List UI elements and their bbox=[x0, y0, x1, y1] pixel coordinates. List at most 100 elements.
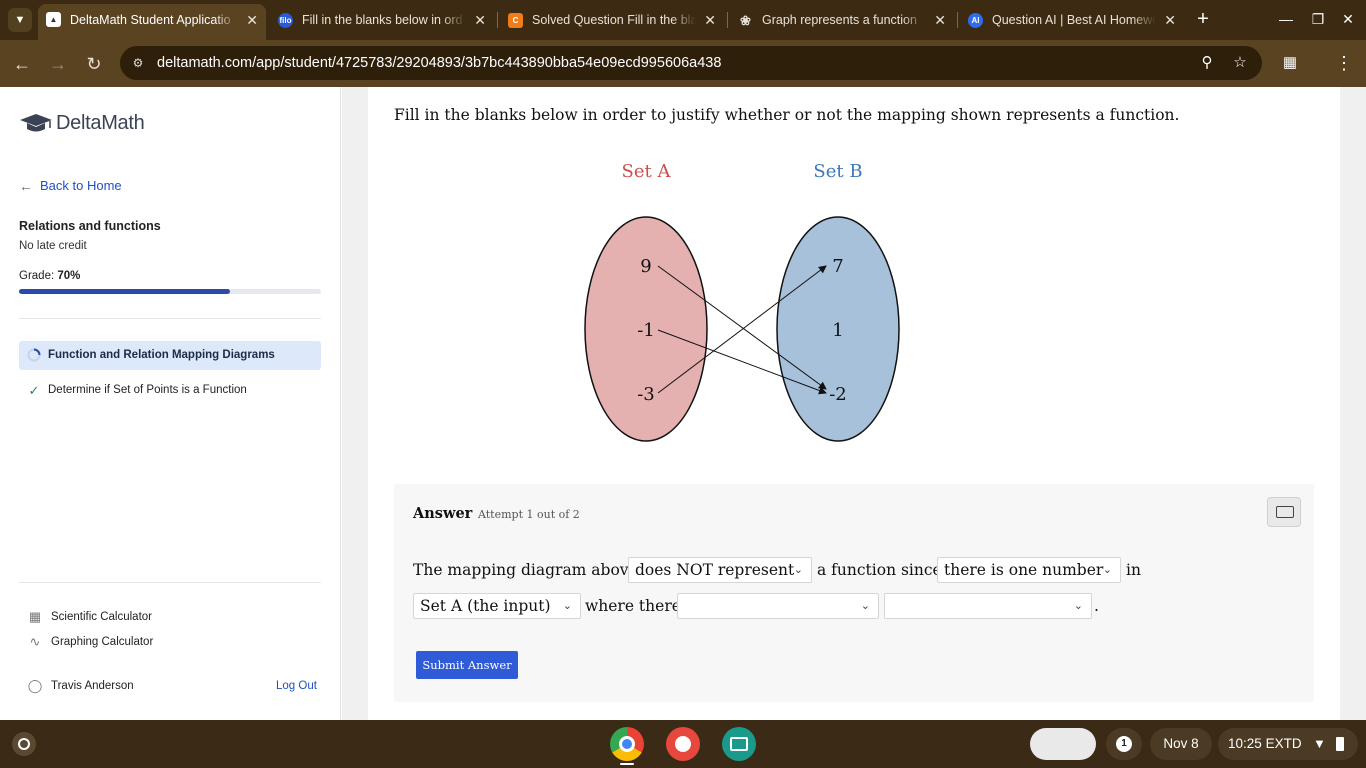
time-value: 10:25 bbox=[1228, 736, 1262, 751]
answer-title: Answer bbox=[413, 505, 473, 522]
classroom-icon bbox=[730, 737, 748, 751]
tab-separator bbox=[497, 12, 498, 28]
url-text[interactable]: deltamath.com/app/student/4725783/292048… bbox=[157, 46, 721, 80]
timezone-value: EXTD bbox=[1265, 736, 1302, 751]
blank-dropdown-1[interactable]: ⌄ bbox=[677, 593, 879, 619]
problem-label: Determine if Set of Points is a Function bbox=[48, 384, 247, 396]
close-tab-icon[interactable]: ✕ bbox=[246, 4, 258, 36]
restore-icon[interactable]: ❐ bbox=[1308, 8, 1328, 30]
tab-title: Question AI | Best AI Homewo bbox=[992, 5, 1156, 35]
forward-arrow-icon[interactable]: → bbox=[45, 51, 71, 77]
address-bar[interactable]: ⚙ deltamath.com/app/student/4725783/2920… bbox=[120, 46, 1262, 80]
tool-label: Scientific Calculator bbox=[51, 611, 152, 623]
close-tab-icon[interactable]: ✕ bbox=[934, 5, 946, 35]
tab-title: Graph represents a function bbox=[762, 5, 926, 35]
calculator-icon: ▦ bbox=[28, 609, 42, 624]
chrome-app-icon[interactable] bbox=[610, 727, 644, 761]
notification-count: 1 bbox=[1116, 736, 1132, 752]
close-tab-icon[interactable]: ✕ bbox=[704, 5, 716, 35]
logo-text: DeltaMath bbox=[56, 112, 145, 134]
date-button[interactable]: Nov 8 bbox=[1150, 728, 1212, 760]
reload-icon[interactable]: ↻ bbox=[81, 51, 107, 77]
chrome-center-icon bbox=[619, 736, 635, 752]
blank-dropdown-2[interactable]: ⌄ bbox=[884, 593, 1092, 619]
tab-graph[interactable]: ❀ Graph represents a function ✕ bbox=[730, 5, 954, 35]
logout-link[interactable]: Log Out bbox=[276, 677, 317, 695]
zoom-icon[interactable]: ⚲ bbox=[1197, 53, 1217, 73]
bookmark-star-icon[interactable]: ☆ bbox=[1230, 53, 1250, 73]
tab-questionai[interactable]: AI Question AI | Best AI Homewo ✕ bbox=[960, 5, 1184, 35]
represent-dropdown[interactable]: does NOT represent ⌄ bbox=[628, 557, 812, 583]
launcher-button[interactable] bbox=[12, 732, 36, 756]
grade-text: Grade: 70% bbox=[19, 270, 80, 282]
divider bbox=[19, 582, 321, 583]
new-tab-button[interactable]: + bbox=[1192, 8, 1214, 32]
launcher-icon bbox=[18, 738, 30, 750]
set-b-value: 1 bbox=[832, 320, 843, 341]
chevron-down-icon: ⌄ bbox=[562, 599, 572, 612]
minimize-icon[interactable]: — bbox=[1276, 8, 1296, 30]
graph-icon: ∿ bbox=[29, 634, 41, 649]
clock-text: 10:25 EXTD bbox=[1228, 728, 1302, 760]
tab-title: DeltaMath Student Applicatio bbox=[70, 4, 238, 36]
keyboard-icon bbox=[1276, 506, 1294, 518]
canvas-app-icon[interactable] bbox=[666, 727, 700, 761]
screen-capture-thumbnail[interactable] bbox=[1030, 728, 1096, 760]
active-app-indicator bbox=[620, 763, 634, 765]
submit-answer-button[interactable]: Submit Answer bbox=[416, 651, 518, 679]
chevron-down-icon: ⌄ bbox=[793, 563, 803, 576]
sentence-period: . bbox=[1094, 597, 1099, 615]
graphing-calculator-link[interactable]: ∿ Graphing Calculator bbox=[26, 633, 154, 652]
sentence-text: a function since bbox=[817, 561, 942, 579]
mapping-diagram: Set A Set B 9 -1 -3 7 1 -2 bbox=[584, 161, 900, 442]
graduation-cap-icon bbox=[20, 114, 52, 132]
tab-search-button[interactable]: ▼ bbox=[8, 8, 32, 32]
user-name: Travis Anderson bbox=[51, 680, 134, 692]
chevron-down-icon: ⌄ bbox=[860, 599, 870, 612]
set-a-label: Set A bbox=[622, 161, 672, 182]
dropdown-value: there is one number bbox=[944, 561, 1104, 579]
battery-icon bbox=[1336, 737, 1344, 751]
in-progress-icon bbox=[26, 341, 42, 372]
grade-label: Grade: bbox=[19, 270, 55, 282]
back-arrow-icon[interactable]: ← bbox=[9, 51, 35, 77]
set-a-value: -1 bbox=[637, 320, 655, 341]
set-a-value: 9 bbox=[640, 256, 651, 277]
sentence-text: where there bbox=[585, 597, 681, 615]
classroom-app-icon[interactable] bbox=[722, 727, 756, 761]
reason-dropdown[interactable]: there is one number ⌄ bbox=[937, 557, 1121, 583]
close-tab-icon[interactable]: ✕ bbox=[1164, 5, 1176, 35]
close-tab-icon[interactable]: ✕ bbox=[474, 5, 486, 35]
user-icon: ◯ bbox=[27, 678, 43, 693]
problem-item-mapping-diagrams[interactable]: Function and Relation Mapping Diagrams bbox=[19, 341, 321, 370]
menu-kebab-icon[interactable]: ⋮ bbox=[1332, 51, 1356, 75]
extensions-icon[interactable]: ▦ bbox=[1278, 51, 1302, 75]
site-settings-icon[interactable]: ⚙ bbox=[129, 54, 147, 72]
notifications-button[interactable]: 1 bbox=[1106, 728, 1142, 760]
sidebar: DeltaMath ← Back to Home Relations and f… bbox=[0, 87, 341, 720]
sentence-text: The mapping diagram above bbox=[413, 561, 638, 579]
chevron-down-icon: ⌄ bbox=[1073, 599, 1083, 612]
tab-separator bbox=[727, 12, 728, 28]
tab-chegg[interactable]: C Solved Question Fill in the bla ✕ bbox=[500, 5, 724, 35]
tab-filo[interactable]: filo Fill in the blanks below in ord ✕ bbox=[270, 5, 494, 35]
set-b-value: 7 bbox=[832, 256, 843, 277]
tool-label: Graphing Calculator bbox=[51, 636, 154, 648]
openai-favicon-icon: ❀ bbox=[740, 13, 751, 28]
set-dropdown[interactable]: Set A (the input) ⌄ bbox=[413, 593, 581, 619]
attempt-counter: Attempt 1 out of 2 bbox=[478, 508, 580, 521]
keyboard-toggle-button[interactable] bbox=[1267, 497, 1301, 527]
scientific-calculator-link[interactable]: ▦ Scientific Calculator bbox=[26, 608, 152, 627]
grade-progress-bar bbox=[19, 289, 321, 294]
divider bbox=[19, 318, 321, 319]
set-b-label: Set B bbox=[813, 161, 862, 182]
back-to-home-link[interactable]: ← Back to Home bbox=[19, 177, 122, 196]
status-tray[interactable]: 10:25 EXTD ▼ bbox=[1218, 728, 1358, 760]
tab-deltamath[interactable]: ▲ DeltaMath Student Applicatio ✕ bbox=[38, 4, 266, 40]
problem-item-set-of-points[interactable]: ✓ Determine if Set of Points is a Functi… bbox=[19, 376, 321, 405]
close-window-icon[interactable]: ✕ bbox=[1338, 8, 1358, 30]
set-a-value: -3 bbox=[637, 384, 655, 405]
wifi-icon: ▼ bbox=[1313, 736, 1326, 751]
tab-title: Solved Question Fill in the bla bbox=[532, 5, 696, 35]
dropdown-value: does NOT represent bbox=[635, 561, 795, 579]
